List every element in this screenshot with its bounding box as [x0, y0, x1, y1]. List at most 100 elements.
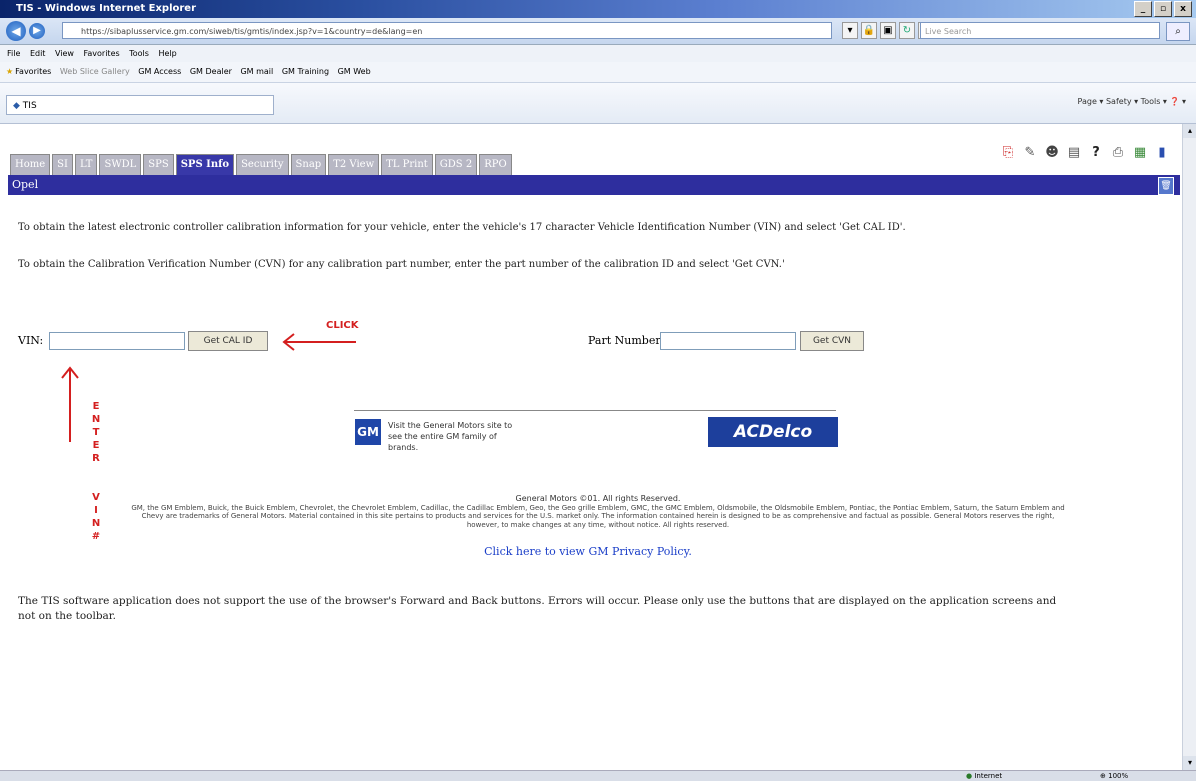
address-bar: ◀ ▶ https://sibaplusservice.gm.com/siweb…	[0, 18, 1196, 45]
favorites-bar: ★ Favorites Web Slice Gallery GM Access G…	[0, 62, 1196, 83]
document-icon[interactable]: ▤	[1066, 144, 1082, 162]
brand-header: Opel 🗑	[8, 175, 1180, 195]
browser-buttons-note: The TIS software application does not su…	[18, 595, 1057, 622]
maximize-button[interactable]: ▫	[1154, 1, 1172, 17]
get-cal-id-button[interactable]: Get CAL ID	[188, 331, 268, 351]
gm-family-link[interactable]: Visit the General Motors site to see the…	[388, 420, 528, 453]
page-content: Home SI LT SWDL SPS SPS Info Security Sn…	[8, 124, 1180, 770]
annotation-letter: N	[91, 414, 101, 425]
tab-security[interactable]: Security	[236, 154, 289, 175]
back-icon[interactable]: ◀	[6, 21, 26, 41]
annotation-letter: I	[94, 505, 98, 516]
menu-view[interactable]: View	[55, 49, 74, 58]
annotation-letter: E	[92, 401, 100, 412]
annotation-letter: R	[92, 453, 100, 464]
scroll-up-icon[interactable]: ▴	[1183, 124, 1196, 138]
privacy-policy-link[interactable]: Click here to view GM Privacy Policy.	[328, 545, 848, 558]
fav-item[interactable]: Web Slice Gallery	[60, 67, 130, 76]
menu-file[interactable]: File	[7, 49, 20, 58]
fav-item[interactable]: GM Training	[282, 67, 329, 76]
annotation-letter: E	[92, 440, 100, 451]
pdf-icon[interactable]: ⎘	[1000, 144, 1016, 162]
tab-gds2[interactable]: GDS 2	[434, 154, 478, 175]
tab-swdl[interactable]: SWDL	[99, 154, 142, 175]
part-number-input[interactable]	[660, 332, 796, 350]
favorites-label[interactable]: Favorites	[15, 67, 51, 76]
vin-input[interactable]	[49, 332, 185, 350]
trash-icon[interactable]: 🗑	[1158, 177, 1174, 195]
window-titlebar: TIS - Windows Internet Explorer _ ▫ x	[0, 0, 1196, 18]
security-zone-label: Internet	[974, 772, 1003, 780]
status-bar: ● Internet ⊕ 100%	[0, 770, 1196, 781]
fav-item[interactable]: GM Access	[138, 67, 181, 76]
gm-logo[interactable]: GM	[355, 419, 381, 445]
part-number-label: Part Number:	[588, 334, 665, 347]
brand-name: Opel	[12, 178, 39, 191]
fav-item[interactable]: GM Web	[338, 67, 371, 76]
copyright-text: GM, the GM Emblem, Buick, the Buick Embl…	[131, 503, 1065, 529]
enter-vin-arrow-icon	[61, 366, 79, 442]
tab-t2-view[interactable]: T2 View	[328, 154, 380, 175]
help-icon[interactable]: ?	[1088, 144, 1104, 162]
page-icon: ◆	[13, 101, 20, 111]
app-toolbar: ⎘ ✎ ☻ ▤ ? ⎙ ▦ ▮	[1000, 144, 1170, 162]
url-field[interactable]: https://sibaplusservice.gm.com/siweb/tis…	[62, 22, 832, 39]
forward-icon[interactable]: ▶	[29, 23, 45, 39]
footer-divider	[354, 410, 836, 411]
lock-icon[interactable]: 🔒	[861, 22, 877, 39]
copyright-block: General Motors ©01. All rights Reserved.…	[128, 494, 1068, 529]
image-icon[interactable]: ▦	[1132, 144, 1148, 162]
annotation-letter: N	[91, 518, 101, 529]
menu-bar: File Edit View Favorites Tools Help	[0, 45, 1196, 63]
close-button[interactable]: x	[1174, 1, 1192, 17]
window-title: TIS - Windows Internet Explorer	[16, 3, 197, 14]
refresh-icon[interactable]: ↻	[899, 22, 915, 39]
user-icon[interactable]: ☻	[1044, 144, 1060, 162]
tab-sps[interactable]: SPS	[143, 154, 174, 175]
fav-item[interactable]: GM mail	[240, 67, 273, 76]
enter-vin-annotation: E N T E R V I N #	[90, 400, 102, 543]
annotation-gap	[90, 465, 102, 478]
vertical-scrollbar[interactable]: ▴ ▾	[1182, 124, 1196, 770]
acdelco-logo[interactable]: ACDelco	[708, 417, 838, 447]
eraser-icon[interactable]: ✎	[1022, 144, 1038, 162]
page-tab[interactable]: ◆ TIS	[6, 95, 274, 115]
app-tabs: Home SI LT SWDL SPS SPS Info Security Sn…	[10, 154, 512, 175]
command-tools[interactable]: Page ▾ Safety ▾ Tools ▾ ❓ ▾	[1078, 97, 1187, 106]
scroll-down-icon[interactable]: ▾	[1183, 756, 1196, 770]
menu-favorites[interactable]: Favorites	[84, 49, 120, 58]
compat-icon[interactable]: ▣	[880, 22, 896, 39]
vin-label: VIN:	[18, 334, 44, 347]
zoom-icon: ⊕	[1100, 772, 1106, 780]
book-icon[interactable]: ▮	[1154, 144, 1170, 162]
star-icon[interactable]: ★	[6, 67, 13, 76]
command-bar: ◆ TIS Page ▾ Safety ▾ Tools ▾ ❓ ▾	[0, 83, 1196, 124]
minimize-button[interactable]: _	[1134, 1, 1152, 17]
tab-tl-print[interactable]: TL Print	[381, 154, 433, 175]
menu-tools[interactable]: Tools	[129, 49, 149, 58]
instruction-cal-id: To obtain the latest electronic controll…	[18, 222, 906, 233]
dropdown-icon[interactable]: ▾	[842, 22, 858, 39]
annotation-letter: V	[92, 492, 100, 503]
search-input[interactable]: Live Search	[920, 22, 1160, 39]
tab-snap[interactable]: Snap	[290, 154, 327, 175]
tab-lt[interactable]: LT	[74, 154, 98, 175]
export-icon[interactable]: ⎙	[1110, 144, 1126, 162]
tab-rpo[interactable]: RPO	[479, 154, 512, 175]
tab-si[interactable]: SI	[52, 154, 73, 175]
annotation-gap	[90, 478, 102, 491]
click-annotation: CLICK	[326, 320, 359, 331]
annotation-letter: T	[92, 427, 100, 438]
annotation-letter: #	[91, 531, 101, 542]
fav-item[interactable]: GM Dealer	[190, 67, 232, 76]
menu-edit[interactable]: Edit	[30, 49, 46, 58]
zoom-level-value: 100%	[1108, 772, 1129, 780]
click-arrow-icon	[282, 333, 356, 351]
search-icon[interactable]: ⌕	[1166, 22, 1190, 41]
page-tab-label: TIS	[22, 101, 37, 111]
menu-help[interactable]: Help	[158, 49, 176, 58]
get-cvn-button[interactable]: Get CVN	[800, 331, 864, 351]
tab-home[interactable]: Home	[10, 154, 51, 175]
instruction-cvn: To obtain the Calibration Verification N…	[18, 259, 785, 270]
tab-sps-info[interactable]: SPS Info	[175, 154, 235, 175]
